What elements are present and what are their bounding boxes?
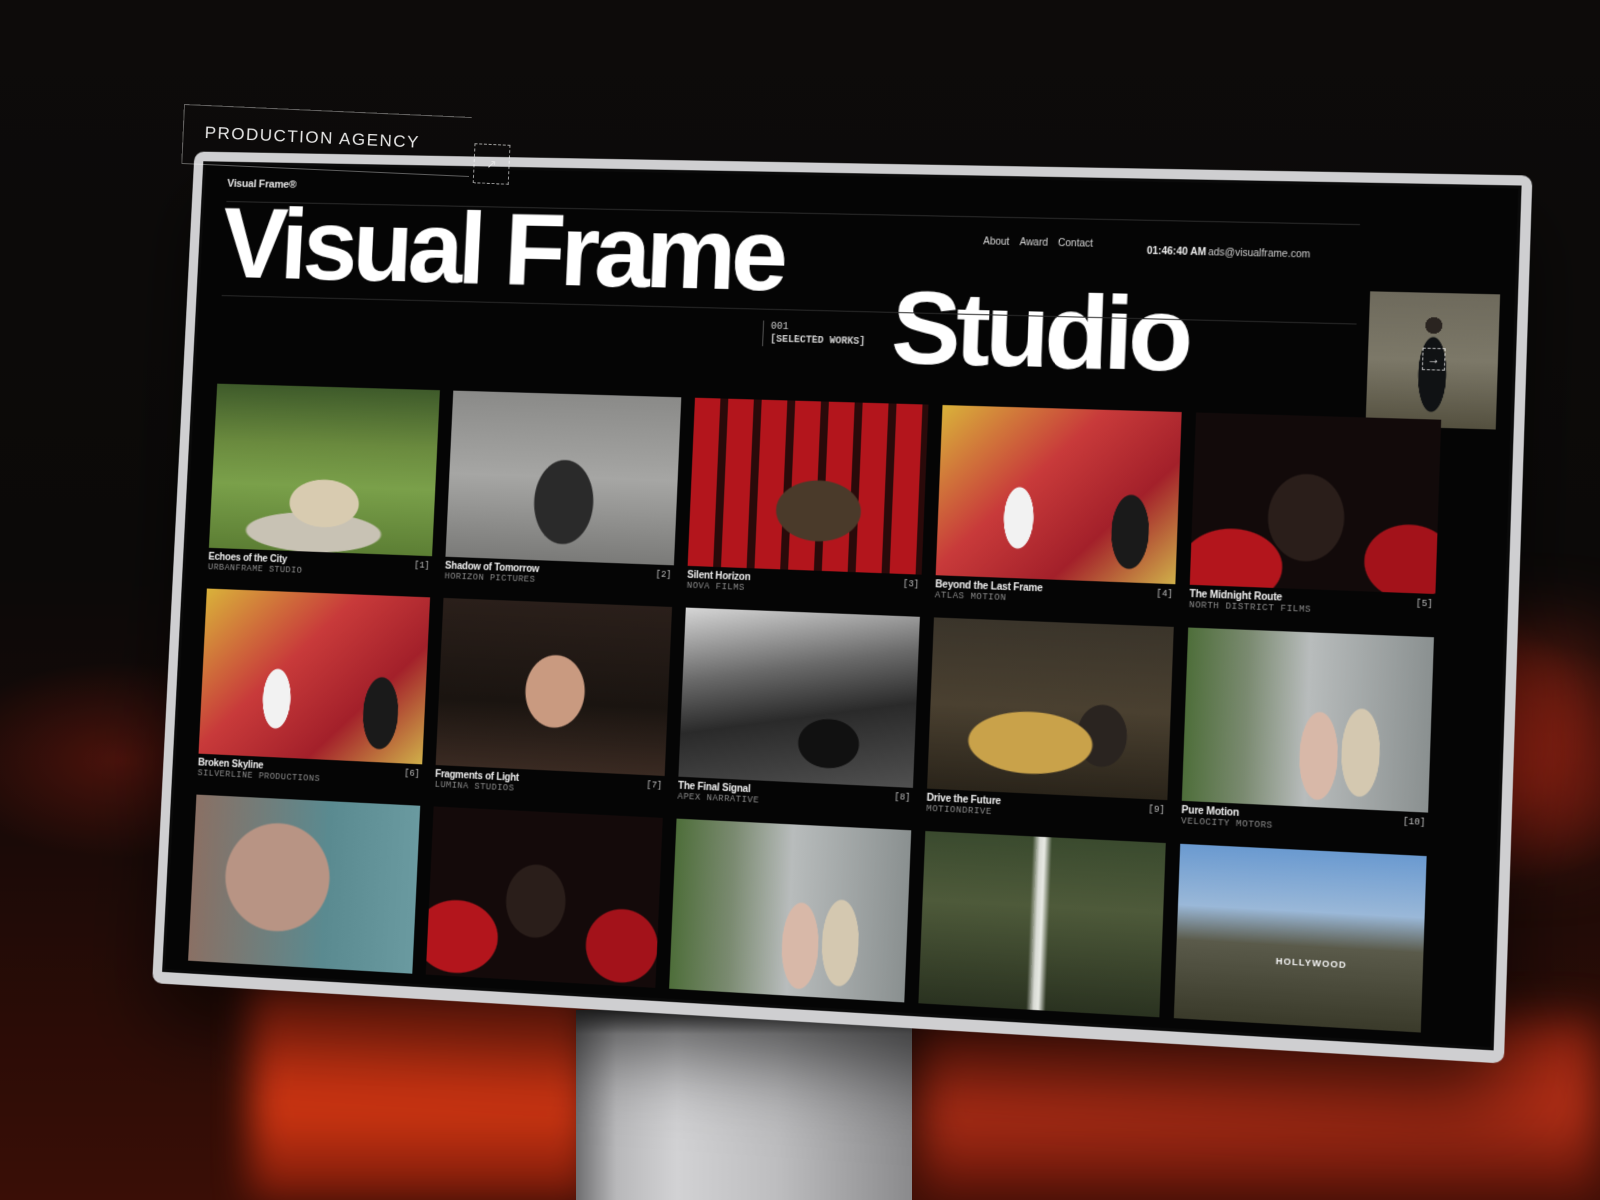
arrow-right-icon[interactable]: →: [1422, 348, 1446, 371]
work-image[interactable]: [927, 617, 1174, 800]
work-card[interactable]: Shadow of Tomorrow HORIZON PICTURES [2]: [444, 391, 681, 591]
work-number: [3]: [903, 579, 920, 590]
work-card[interactable]: [426, 806, 663, 987]
work-image[interactable]: [436, 598, 672, 776]
work-number: [1]: [414, 560, 430, 570]
work-image[interactable]: [1190, 412, 1441, 594]
work-card[interactable]: The Midnight Route NORTH DISTRICT FILMS …: [1189, 412, 1441, 619]
work-card[interactable]: [188, 795, 420, 974]
work-number: [4]: [1156, 589, 1173, 600]
work-card[interactable]: Beyond the Last Frame ATLAS MOTION [4]: [935, 405, 1182, 610]
selected-works-label: 001 [SELECTED WORKS]: [770, 321, 866, 349]
work-image[interactable]: [688, 398, 929, 575]
work-image[interactable]: [918, 831, 1165, 1017]
selected-works-text: [SELECTED WORKS]: [770, 334, 866, 349]
work-card[interactable]: Fragments of Light LUMINA STUDIOS [7]: [434, 598, 672, 801]
work-card[interactable]: Pure Motion VELOCITY MOTORS [10]: [1181, 627, 1434, 838]
work-number: [9]: [1148, 804, 1165, 815]
main-nav: About Award Contact: [983, 236, 1093, 249]
work-image[interactable]: [445, 391, 681, 566]
work-image[interactable]: [1182, 627, 1434, 812]
hero-title-line1: Visual Frame: [220, 193, 785, 307]
work-card[interactable]: The Final Signal APEX NARRATIVE [8]: [677, 608, 920, 814]
work-number: [6]: [404, 768, 420, 779]
monitor: Visual Frame® Visual Frame Studio 001 [S…: [152, 152, 1532, 1064]
work-image[interactable]: [209, 384, 440, 557]
work-image[interactable]: HOLLYWOOD: [1174, 844, 1427, 1033]
work-image[interactable]: [188, 795, 420, 974]
work-card[interactable]: HOLLYWOOD: [1174, 844, 1427, 1033]
arrow-up-right-icon[interactable]: ↗: [473, 143, 511, 185]
work-card[interactable]: [669, 819, 911, 1003]
divider: [762, 321, 764, 347]
hollywood-sign-text: HOLLYWOOD: [1276, 956, 1347, 970]
work-card[interactable]: Echoes of the City URBANFRAME STUDIO [1]: [208, 384, 440, 581]
monitor-stand: [576, 1010, 912, 1200]
work-image[interactable]: [426, 806, 663, 987]
work-card[interactable]: Silent Horizon NOVA FILMS [3]: [687, 398, 929, 600]
work-card[interactable]: [918, 831, 1165, 1017]
email-link[interactable]: ads@visualframe.com: [1208, 247, 1310, 260]
featured-thumbnail[interactable]: →: [1366, 291, 1501, 429]
work-card[interactable]: Drive the Future MOTIONDRIVE [9]: [926, 617, 1174, 825]
work-image[interactable]: [936, 405, 1182, 584]
work-number: [7]: [646, 780, 662, 791]
work-card[interactable]: Broken Skyline SILVERLINE PRODUCTIONS [6…: [197, 588, 430, 788]
nav-award[interactable]: Award: [1019, 237, 1048, 249]
nav-contact[interactable]: Contact: [1058, 238, 1093, 250]
work-image[interactable]: [199, 588, 431, 764]
website-screen: Visual Frame® Visual Frame Studio 001 [S…: [162, 161, 1522, 1050]
nav-about[interactable]: About: [983, 236, 1010, 248]
work-number: [8]: [894, 792, 911, 803]
work-number: [2]: [655, 570, 671, 581]
work-number: [10]: [1403, 817, 1426, 828]
clock: 01:46:40 AM: [1147, 246, 1207, 258]
work-number: [5]: [1416, 598, 1433, 609]
work-image[interactable]: [669, 819, 911, 1003]
work-image[interactable]: [678, 608, 920, 788]
background-red-glow-left: [250, 980, 590, 1200]
hero-title-line2: Studio: [890, 276, 1191, 388]
